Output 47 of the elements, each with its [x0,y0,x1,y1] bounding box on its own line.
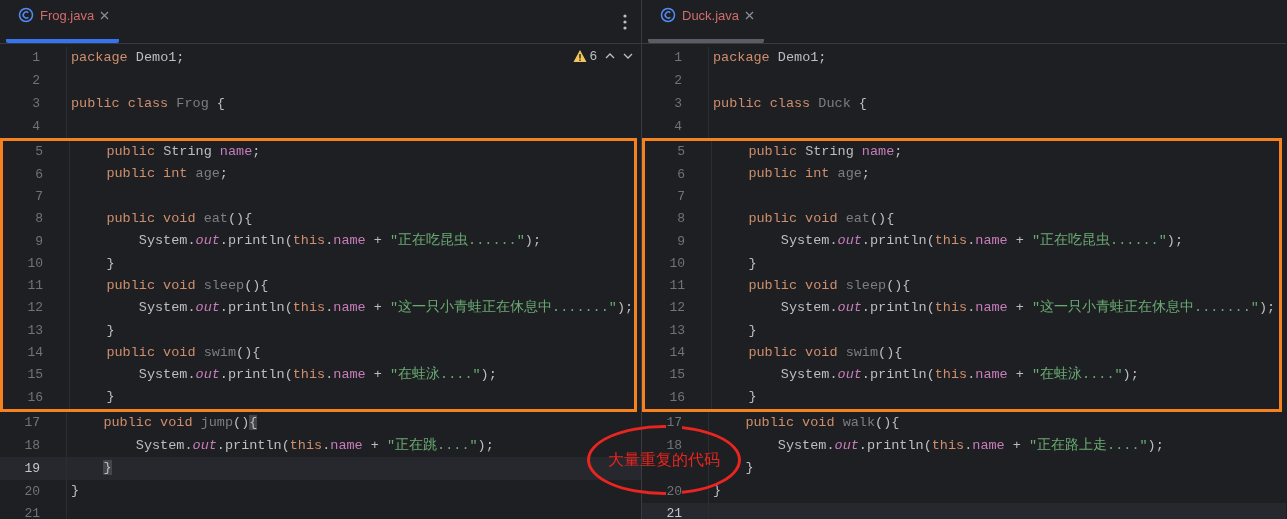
class-icon [660,7,676,23]
code-line: System.out.println(this.name + "正在跳...."); [134,437,494,453]
code-line: } [105,322,115,338]
line-number: 17 [666,416,682,431]
code-line: System.out.println(this.name + "在蛙泳...."); [137,367,497,383]
code-line: public int age; [105,166,228,182]
code-line: } [747,322,757,338]
code-line: public class Duck { [713,95,867,111]
code-line: public void swim(){ [105,344,261,360]
file-tab[interactable]: Duck.java [648,0,765,43]
warning-icon [572,48,587,63]
line-number: 21 [666,507,682,519]
code-line: public String name; [105,144,261,160]
code-line: public void sleep(){ [105,277,269,293]
code-line: public void sleep(){ [747,277,911,293]
code-line: public void eat(){ [747,211,895,227]
code-line: package Demo1; [71,50,185,65]
line-number: 21 [24,507,40,519]
code-line: public void swim(){ [747,344,903,360]
code-line: } [71,483,80,499]
code-line: System.out.println(this.name + "正在路上走...."); [776,437,1164,453]
next-icon[interactable] [623,51,633,60]
code-line: package Demo1; [713,50,827,65]
line-number: 18 [666,438,682,453]
code-line: public String name; [747,144,903,160]
code-line: } [747,255,757,271]
code-line: public void walk(){ [744,414,900,430]
code-line: System.out.println(this.name + "正在吃昆虫......"); [137,233,541,249]
code-line: public void jump(){ [102,414,258,430]
code-line: System.out.println(this.name + "正在吃昆虫......"); [779,233,1183,249]
code-line: System.out.println(this.name + "在蛙泳...."); [779,367,1139,383]
code-line: } [744,460,754,476]
code-line: public int age; [747,166,870,182]
file-tab[interactable]: Frog.java [6,0,120,43]
code-line: } [747,389,757,405]
close-icon [745,10,755,20]
code-line: System.out.println(this.name + "这一只小青蛙正在休息中......."); [137,300,634,316]
close-icon [100,10,110,20]
code-line: System.out.println(this.name + "这一只小青蛙正在休息中......."); [779,300,1276,316]
class-icon [18,7,34,23]
code-line: } [105,389,115,405]
warning-count[interactable]: 6 [572,48,597,63]
code-line: } [105,255,115,271]
more-icon [623,14,627,31]
code-line: public class Frog { [71,95,225,111]
code-line: public void eat(){ [105,211,253,227]
previous-icon[interactable] [605,51,615,60]
